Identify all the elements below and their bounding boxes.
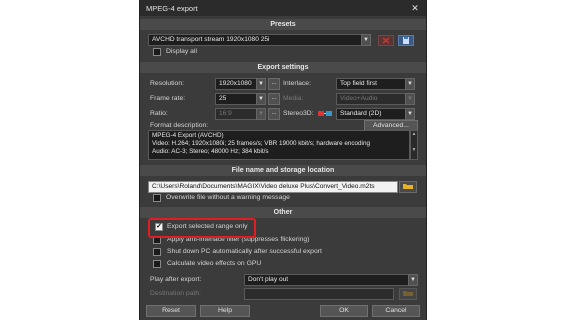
frame-rate-dropdown-arrow[interactable]: ▼ [256, 93, 266, 105]
media-select: Video+Audio [336, 93, 414, 105]
display-all-checkbox[interactable] [153, 48, 161, 56]
window-title: MPEG-4 export [146, 4, 198, 13]
folder-icon [403, 184, 413, 189]
file-path-input[interactable]: C:\Users\Roland\Documents\MAGIX\Video de… [148, 181, 398, 193]
ratio-dropdown-arrow: ▼ [256, 108, 266, 120]
preset-select[interactable]: AVCHD transport stream 1920x1080 25i [148, 34, 370, 46]
browse-folder-button[interactable] [399, 181, 417, 193]
shutdown-checkbox[interactable] [153, 248, 161, 256]
preset-dropdown-arrow[interactable]: ▼ [361, 34, 371, 46]
format-line: MPEG-4 Export (AVCHD) [152, 132, 224, 139]
format-description-text: MPEG-4 Export (AVCHD) Video: H.264; 1920… [148, 130, 410, 160]
format-line: Audio: AC-3; Stereo; 48000 Hz; 384 kbit/… [152, 147, 269, 155]
cancel-button[interactable]: Cancel [372, 305, 420, 317]
interlace-label: Interlace: [283, 80, 311, 87]
save-icon [403, 37, 409, 44]
delete-icon [382, 37, 390, 44]
resolution-more-button[interactable]: ... [268, 78, 280, 90]
format-description-label: Format description: [150, 122, 209, 129]
frame-rate-label: Frame rate: [150, 95, 186, 102]
media-label: Media: [283, 95, 304, 102]
stereo3d-label: Stereo3D: [283, 110, 314, 117]
gpu-label: Calculate video effects on GPU [167, 260, 262, 267]
ok-button[interactable]: OK [320, 305, 368, 317]
play-after-label: Play after export: [150, 276, 202, 283]
stereo3d-select[interactable]: Standard (2D) [336, 108, 414, 120]
destination-path-label: Destination path: [150, 290, 202, 297]
play-after-select[interactable]: Don't play out [244, 274, 418, 286]
overwrite-label: Overwrite file without a warning message [166, 194, 290, 201]
close-button[interactable]: ✕ [404, 0, 426, 16]
reset-button[interactable]: Reset [146, 305, 196, 317]
display-all-label: Display all [166, 48, 197, 55]
file-location-header: File name and storage location [140, 165, 426, 176]
save-preset-button[interactable] [398, 35, 414, 46]
stereo3d-glasses-icon [318, 110, 332, 117]
other-header: Other [140, 207, 426, 218]
help-button[interactable]: Help [200, 305, 250, 317]
presets-header: Presets [140, 19, 426, 30]
format-line: Video: H.264; 1920x1080i; 25 frames/s; V… [152, 139, 370, 147]
destination-path-input [244, 288, 394, 300]
mpeg4-export-dialog: MPEG-4 export ✕ Presets AVCHD transport … [139, 0, 427, 320]
resolution-label: Resolution: [150, 80, 185, 87]
destination-browse-button [399, 288, 417, 300]
media-dropdown-arrow: ▼ [405, 93, 415, 105]
ratio-label: Ratio: [150, 110, 168, 117]
play-after-dropdown-arrow[interactable]: ▼ [408, 274, 418, 286]
gpu-checkbox[interactable] [153, 260, 161, 268]
shutdown-label: Shut down PC automatically after success… [167, 248, 322, 255]
scroll-up-arrow-icon[interactable]: ▲ [411, 131, 417, 137]
delete-preset-button[interactable] [378, 35, 394, 46]
resolution-dropdown-arrow[interactable]: ▼ [256, 78, 266, 90]
scroll-down-arrow-icon[interactable]: ▼ [411, 147, 417, 153]
highlight-box [148, 218, 256, 238]
title-bar: MPEG-4 export ✕ [140, 0, 426, 16]
ratio-more-button[interactable]: ... [268, 108, 280, 120]
export-settings-header: Export settings [140, 62, 426, 73]
interlace-dropdown-arrow[interactable]: ▼ [405, 78, 415, 90]
format-description-scrollbar[interactable]: ▲ ▼ [410, 130, 418, 160]
frame-rate-more-button[interactable]: ... [268, 93, 280, 105]
stereo3d-dropdown-arrow[interactable]: ▼ [405, 108, 415, 120]
interlace-select[interactable]: Top field first [336, 78, 414, 90]
folder-icon [403, 291, 413, 296]
overwrite-checkbox[interactable] [153, 194, 161, 202]
